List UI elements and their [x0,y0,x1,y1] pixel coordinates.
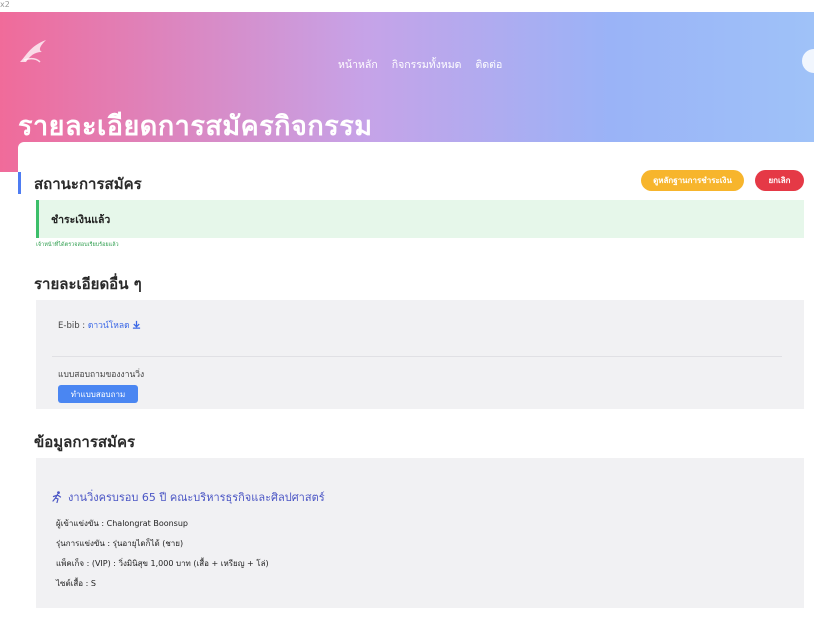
survey-button[interactable]: ทำแบบสอบถาม [58,385,138,403]
category-line: รุ่นการแข่งขัน : รุ่นอายุไดก็ได้ (ชาย) [56,539,184,548]
other-details-box: E-bib : ดาวน์โหลด แบบสอบถามของงานวิ่ง ทำ… [36,300,804,409]
paid-status-text: ชำระเงินแล้ว [51,214,111,226]
nav-contact[interactable]: ติดต่อ [476,56,503,73]
ebib-download-link[interactable]: ดาวน์โหลด [88,320,141,331]
registration-heading: ข้อมูลการสมัคร [34,433,136,451]
section-accent [18,172,21,194]
main-nav: หน้าหลัก กิจกรรมทั้งหมด ติดต่อ [338,56,502,73]
page-title: รายละเอียดการสมัครกิจกรรม [18,111,373,142]
corner-mark: x2 [0,0,10,9]
avatar[interactable] [802,49,814,73]
shirt-size-line: ไซต์เสื้อ : S [56,579,96,588]
survey-label: แบบสอบถามของงานวิ่ง [58,370,145,380]
content-card: สถานะการสมัคร ดูหลักฐานการชำระเงิน ยกเลิ… [18,142,814,619]
bird-logo-icon[interactable] [16,36,52,66]
registration-box: งานวิ่งครบรอบ 65 ปี คณะบริหารธุรกิจและศิ… [36,458,804,608]
other-details-heading: รายละเอียดอื่น ๆ [34,275,142,293]
download-icon [133,320,141,329]
event-title: งานวิ่งครบรอบ 65 ปี คณะบริหารธุรกิจและศิ… [68,491,325,504]
view-receipt-button[interactable]: ดูหลักฐานการชำระเงิน [641,170,744,191]
paid-status-box: ชำระเงินแล้ว [36,200,804,238]
status-heading: สถานะการสมัคร [34,175,142,193]
paid-status-note: เจ้าหน้าที่ได้ตรวจสอบเรียบร้อยแล้ว [36,242,119,248]
package-line: แพ็คเก็จ : (VIP) : วิ่งมินิสุข 1,000 บาท… [56,559,269,568]
event-title-row: งานวิ่งครบรอบ 65 ปี คณะบริหารธุรกิจและศิ… [52,488,325,506]
cancel-button[interactable]: ยกเลิก [755,170,804,191]
ebib-row: E-bib : ดาวน์โหลด [58,318,141,332]
nav-home[interactable]: หน้าหลัก [338,56,378,73]
divider [52,356,782,357]
runner-icon [52,491,62,503]
nav-all-activities[interactable]: กิจกรรมทั้งหมด [392,56,462,73]
ebib-label: E-bib : [58,321,86,331]
participant-line: ผู้เข้าแข่งขัน : Chalongrat Boonsup [56,519,188,528]
